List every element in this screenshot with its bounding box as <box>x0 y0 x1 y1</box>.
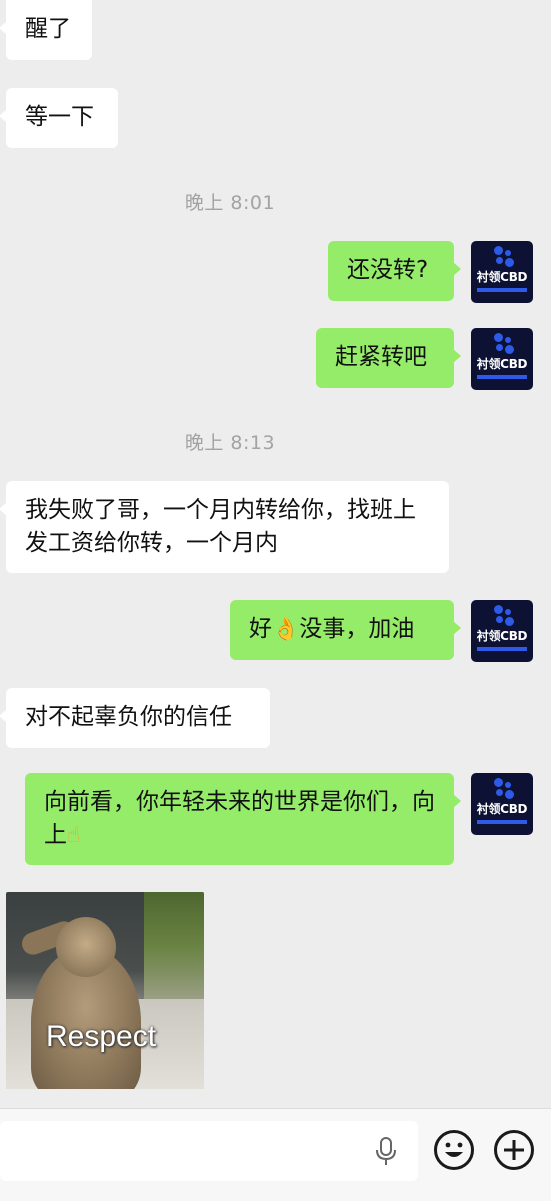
avatar-logo-text: 衬领CBD <box>476 802 528 816</box>
user-avatar[interactable]: 衬领CBD <box>471 241 533 303</box>
avatar-logo-text: 衬领CBD <box>476 270 528 284</box>
incoming-message[interactable]: 等一下 <box>0 88 118 148</box>
message-text: 还没转? <box>347 257 429 283</box>
message-text: 醒了 <box>25 16 71 42</box>
message-text: 等一下 <box>25 104 94 130</box>
outgoing-message[interactable]: 向前看，你年轻未来的世界是你们，向上☝ <box>25 773 461 865</box>
message-text: 对不起辜负你的信任 <box>25 704 232 730</box>
logo-dots-icon <box>492 246 516 268</box>
message-text: 我失败了哥，一个月内转给你，找班上发工资给你转，一个月内 <box>25 497 416 556</box>
message-text: 赶紧转吧 <box>335 344 427 370</box>
outgoing-message[interactable]: 好👌没事，加油 <box>230 600 461 660</box>
mic-icon[interactable] <box>374 1137 398 1167</box>
message-text: 向前看，你年轻未来的世界是你们，向上 <box>44 789 435 848</box>
pointing-up-emoji-icon: ☝ <box>67 823 81 848</box>
message-timestamp: 晚上 8:01 <box>184 192 276 214</box>
message-text: 没事，加油 <box>299 616 415 642</box>
message-timestamp: 晚上 8:13 <box>184 432 276 454</box>
incoming-message[interactable]: 对不起辜负你的信任 <box>0 688 270 748</box>
message-input-bar <box>0 1108 551 1201</box>
avatar-logo-text: 衬领CBD <box>476 357 528 371</box>
user-avatar[interactable]: 衬领CBD <box>471 328 533 390</box>
plus-icon <box>504 1140 524 1160</box>
incoming-message[interactable]: 醒了 <box>0 0 92 60</box>
emoji-button[interactable] <box>434 1130 474 1170</box>
user-avatar[interactable]: 衬领CBD <box>471 600 533 662</box>
user-avatar[interactable]: 衬领CBD <box>471 773 533 835</box>
logo-dots-icon <box>492 333 516 355</box>
emoji-icon <box>445 1142 463 1157</box>
add-button[interactable] <box>494 1130 534 1170</box>
sticker-caption: Respect <box>46 1020 157 1053</box>
ok-hand-emoji-icon: 👌 <box>272 617 300 642</box>
message-input[interactable] <box>0 1121 418 1181</box>
respect-monkey-sticker[interactable]: Respect <box>6 892 204 1089</box>
avatar-logo-text: 衬领CBD <box>476 629 528 643</box>
message-text: 好 <box>249 616 272 642</box>
logo-dots-icon <box>492 605 516 627</box>
incoming-message[interactable]: 我失败了哥，一个月内转给你，找班上发工资给你转，一个月内 <box>0 481 449 573</box>
chat-message-list[interactable]: 醒了 等一下 晚上 8:01 还没转? 衬领CBD 赶紧转吧 衬领CBD 晚上 … <box>0 0 551 1108</box>
outgoing-message[interactable]: 还没转? <box>328 241 461 301</box>
outgoing-message[interactable]: 赶紧转吧 <box>316 328 461 388</box>
logo-dots-icon <box>492 778 516 800</box>
